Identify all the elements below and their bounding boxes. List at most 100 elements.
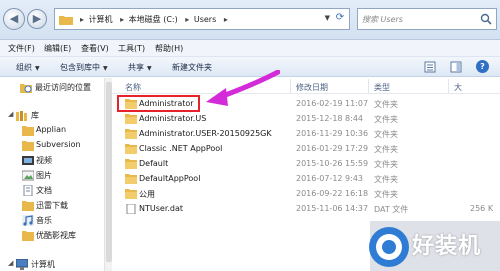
menu-help[interactable]: 帮助(H) <box>155 43 183 54</box>
nav-label: Subversion <box>36 140 81 149</box>
chevron-down-icon: ▼ <box>147 65 152 72</box>
column-header-name[interactable]: 名称 <box>125 82 141 93</box>
expand-arrow-icon: ◢ <box>8 110 14 118</box>
column-header-size[interactable]: 大 <box>454 82 462 93</box>
file-row[interactable]: Administrator.US 2015-12-18 8:44 文件夹 <box>112 112 500 126</box>
column-divider[interactable] <box>448 79 449 93</box>
highlight-box <box>117 95 200 112</box>
share-button[interactable]: 共享 ▼ <box>128 62 152 73</box>
file-date: 2016-09-22 16:18 <box>296 189 369 198</box>
file-type: 文件夹 <box>374 145 398 154</box>
nav-label: 库 <box>31 111 39 120</box>
menu-view[interactable]: 查看(V) <box>81 43 109 54</box>
file-row[interactable]: Default 2015-10-26 15:59 文件夹 <box>112 157 500 171</box>
folder-icon <box>22 231 34 241</box>
file-name: Administrator.USER-20150925GK <box>139 129 272 138</box>
menu-file[interactable]: 文件(F) <box>8 43 35 54</box>
breadcrumb-local-disk[interactable]: 本地磁盘 (C:) <box>129 15 178 24</box>
address-box[interactable]: ▸ 计算机 ▸ 本地磁盘 (C:) ▸ Users ▸ ▼ ⟳ <box>54 8 350 30</box>
help-icon[interactable]: ? <box>476 60 489 73</box>
include-in-library-label: 包含到库中 <box>60 63 100 72</box>
picture-icon <box>22 170 34 181</box>
search-box[interactable] <box>357 8 497 30</box>
breadcrumb-users[interactable]: Users <box>194 15 216 24</box>
folder-icon <box>125 159 137 169</box>
nav-item-music[interactable]: 音乐 <box>0 213 100 227</box>
video-icon <box>22 156 34 165</box>
search-icon[interactable] <box>480 13 492 25</box>
music-icon <box>22 215 34 226</box>
nav-item-pictures[interactable]: 图片 <box>0 168 100 182</box>
menu-bar: 文件(F) 编辑(E) 查看(V) 工具(T) 帮助(H) <box>0 40 500 57</box>
folder-icon <box>125 114 137 124</box>
address-bar-row: ◀ ▶ ▸ 计算机 ▸ 本地磁盘 (C:) ▸ Users ▸ ▼ ⟳ <box>0 0 500 40</box>
column-divider[interactable] <box>368 79 369 93</box>
folder-icon <box>59 16 73 25</box>
nav-label: 迅雷下载 <box>36 201 68 210</box>
nav-item-recent[interactable]: 最近访问的位置 <box>0 80 100 94</box>
file-row[interactable]: NTUser.dat 2015-11-06 14:37 DAT 文件 256 K <box>112 202 500 216</box>
file-row[interactable]: DefaultAppPool 2016-07-12 9:43 文件夹 <box>112 172 500 186</box>
file-row[interactable]: 公用 2016-09-22 16:18 文件夹 <box>112 187 500 201</box>
file-name: NTUser.dat <box>139 204 184 213</box>
expand-arrow-icon: ◢ <box>8 259 14 267</box>
search-input[interactable] <box>362 13 480 26</box>
nav-scrollbar[interactable] <box>104 78 112 271</box>
include-in-library-button[interactable]: 包含到库中 ▼ <box>60 62 108 73</box>
chevron-down-icon[interactable]: ▼ <box>325 14 330 22</box>
organize-button[interactable]: 组织 ▼ <box>16 62 40 73</box>
file-type: 文件夹 <box>374 130 398 139</box>
forward-button[interactable]: ▶ <box>27 9 47 29</box>
document-icon <box>23 185 33 196</box>
breadcrumb: ▸ 计算机 ▸ 本地磁盘 (C:) ▸ Users ▸ <box>77 14 230 25</box>
column-divider[interactable] <box>290 79 291 93</box>
column-header-type[interactable]: 类型 <box>374 82 390 93</box>
nav-item-documents[interactable]: 文档 <box>0 183 100 197</box>
file-row[interactable]: Classic .NET AppPool 2016-01-29 17:29 文件… <box>112 142 500 156</box>
menu-edit[interactable]: 编辑(E) <box>44 43 71 54</box>
folder-icon <box>125 144 137 154</box>
file-name: 公用 <box>139 190 155 199</box>
nav-item-subversion[interactable]: Subversion <box>0 138 100 152</box>
preview-pane-icon[interactable] <box>450 61 462 73</box>
organize-label: 组织 <box>16 63 32 72</box>
chevron-down-icon: ▼ <box>35 65 40 72</box>
file-name: DefaultAppPool <box>139 174 201 183</box>
file-date: 2015-11-06 14:37 <box>296 204 369 213</box>
folder-icon <box>125 189 137 199</box>
nav-item-computer[interactable]: ◢ 计算机 <box>0 257 100 271</box>
folder-icon <box>22 201 34 211</box>
back-button[interactable]: ◀ <box>3 8 25 30</box>
column-header-date[interactable]: 修改日期 <box>296 82 328 93</box>
nav-label: 计算机 <box>31 260 55 269</box>
nav-item-thunder-downloads[interactable]: 迅雷下载 <box>0 198 100 212</box>
folder-icon <box>22 141 34 151</box>
nav-label: 音乐 <box>36 216 52 225</box>
nav-item-libraries[interactable]: ◢ 库 <box>0 108 100 122</box>
column-headers: 名称 修改日期 类型 大 <box>112 78 500 94</box>
file-type: 文件夹 <box>374 115 398 124</box>
file-size: 256 K <box>470 204 494 213</box>
file-type: DAT 文件 <box>374 205 409 214</box>
breadcrumb-computer[interactable]: 计算机 <box>89 15 113 24</box>
file-name: Classic .NET AppPool <box>139 144 223 153</box>
file-icon <box>126 204 136 214</box>
nav-item-youku[interactable]: 优酷影视库 <box>0 228 100 242</box>
nav-label: 图片 <box>36 171 52 180</box>
nav-label: 文档 <box>36 186 52 195</box>
menu-tools[interactable]: 工具(T) <box>118 43 145 54</box>
nav-item-applian[interactable]: Applian <box>0 123 100 137</box>
file-date: 2016-11-29 10:36 <box>296 129 369 138</box>
chevron-right-icon: ▸ <box>185 15 190 24</box>
file-row[interactable]: Administrator.USER-20150925GK 2016-11-29… <box>112 127 500 141</box>
pointer-arrow-icon <box>206 70 280 106</box>
chevron-right-icon: ▸ <box>120 15 125 24</box>
chevron-right-icon: ▸ <box>80 15 85 24</box>
file-type: 文件夹 <box>374 100 398 109</box>
file-type: 文件夹 <box>374 160 398 169</box>
nav-label: 优酷影视库 <box>36 231 76 240</box>
watermark-text: 好装机 <box>412 234 482 259</box>
refresh-icon[interactable]: ⟳ <box>333 12 347 26</box>
nav-item-videos[interactable]: 视频 <box>0 153 100 167</box>
view-options-icon[interactable] <box>424 61 436 73</box>
